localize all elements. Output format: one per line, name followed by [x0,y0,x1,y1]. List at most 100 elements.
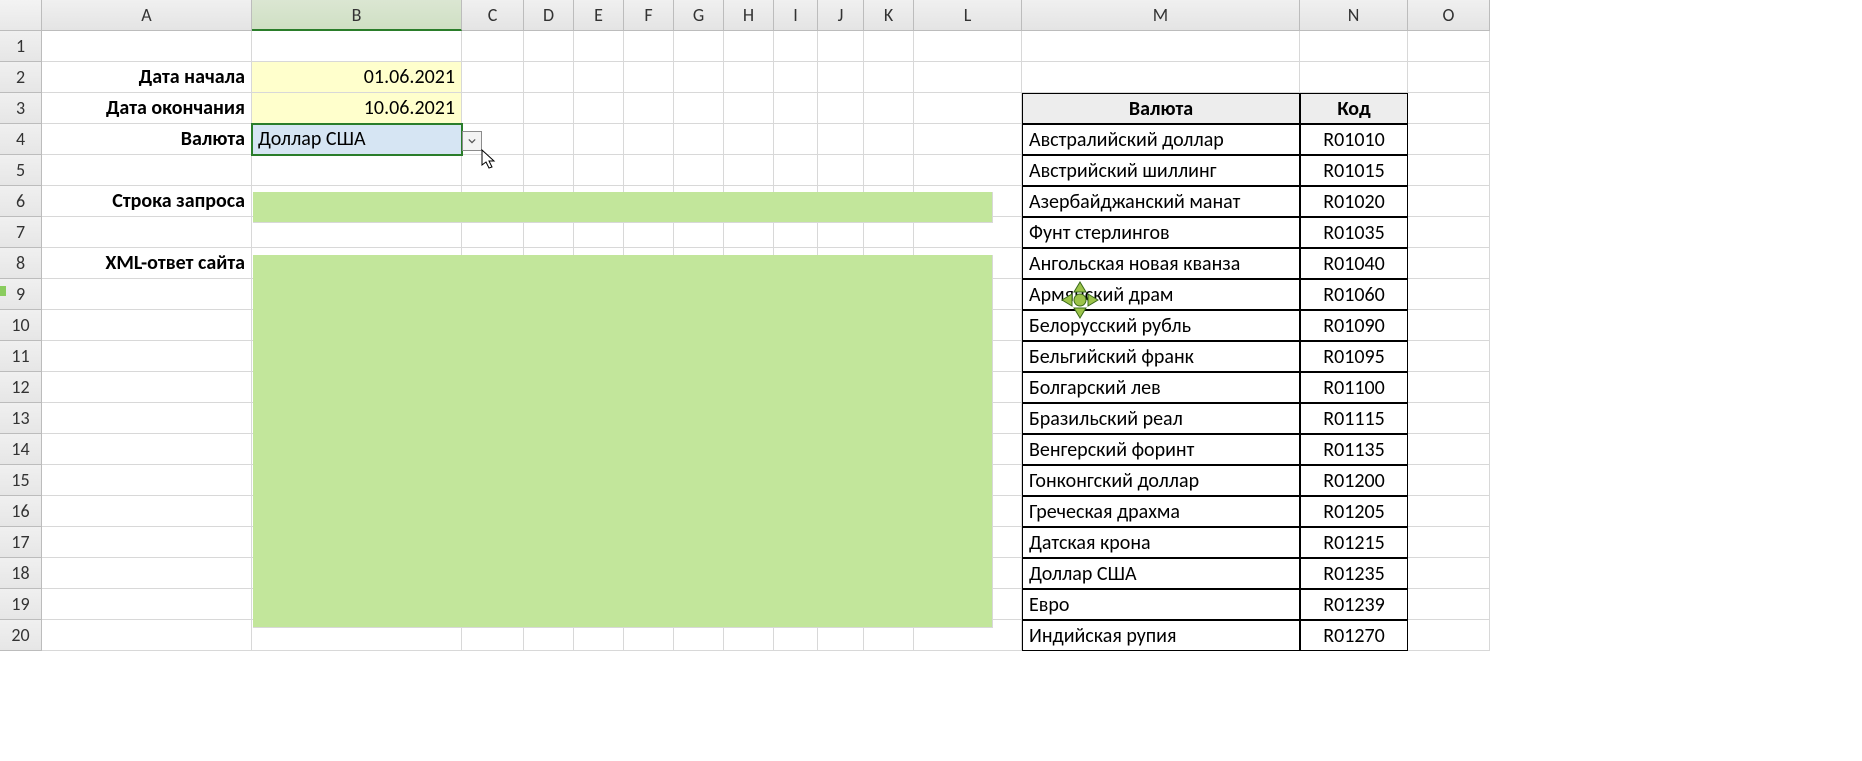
cell-E5[interactable] [574,155,624,186]
row-header-16[interactable]: 16 [0,496,42,527]
xml-response-cell[interactable] [253,255,993,628]
cell-O18[interactable] [1408,558,1490,589]
table-row[interactable]: R01035 [1300,217,1408,248]
cell-E1[interactable] [574,31,624,62]
cell-L2[interactable] [914,62,1022,93]
cell-N1[interactable] [1300,31,1408,62]
table-row[interactable]: R01020 [1300,186,1408,217]
cell-H5[interactable] [724,155,774,186]
cell-J1[interactable] [818,31,864,62]
cell-F2[interactable] [624,62,674,93]
cell-G2[interactable] [674,62,724,93]
row-header-3[interactable]: 3 [0,93,42,124]
cell-D5[interactable] [524,155,574,186]
table-row[interactable]: Евро [1022,589,1300,620]
cell-C1[interactable] [462,31,524,62]
cell-A20[interactable] [42,620,252,651]
table-row[interactable]: R01205 [1300,496,1408,527]
col-header-I[interactable]: I [774,0,818,31]
col-header-H[interactable]: H [724,0,774,31]
col-header-B[interactable]: B [252,0,462,31]
cell-O16[interactable] [1408,496,1490,527]
table-row[interactable]: R01015 [1300,155,1408,186]
table-row[interactable]: Фунт стерлингов [1022,217,1300,248]
table-row[interactable]: Греческая драхма [1022,496,1300,527]
cell-L3[interactable] [914,93,1022,124]
cell-O4[interactable] [1408,124,1490,155]
row-header-6[interactable]: 6 [0,186,42,217]
cell-A1[interactable] [42,31,252,62]
row-header-14[interactable]: 14 [0,434,42,465]
cell-K4[interactable] [864,124,914,155]
table-row[interactable]: Азербайджанский манат [1022,186,1300,217]
table-row[interactable]: Индийская рупия [1022,620,1300,651]
cell-O5[interactable] [1408,155,1490,186]
cell-J2[interactable] [818,62,864,93]
cell-M2[interactable] [1022,62,1300,93]
cell-I5[interactable] [774,155,818,186]
cell-A2[interactable]: Дата начала [42,62,252,93]
table-row[interactable]: R01040 [1300,248,1408,279]
cell-O11[interactable] [1408,341,1490,372]
row-header-20[interactable]: 20 [0,620,42,651]
table-row[interactable]: Бельгийский франк [1022,341,1300,372]
cell-L5[interactable] [914,155,1022,186]
col-header-M[interactable]: M [1022,0,1300,31]
table-row[interactable]: Доллар США [1022,558,1300,589]
col-header-D[interactable]: D [524,0,574,31]
cell-F4[interactable] [624,124,674,155]
table-row[interactable]: R01270 [1300,620,1408,651]
table-row[interactable]: Австрийский шиллинг [1022,155,1300,186]
table-row[interactable]: Бразильский реал [1022,403,1300,434]
row-header-10[interactable]: 10 [0,310,42,341]
cell-A18[interactable] [42,558,252,589]
cell-K3[interactable] [864,93,914,124]
cell-G3[interactable] [674,93,724,124]
col-header-F[interactable]: F [624,0,674,31]
select-all-corner[interactable] [0,0,42,31]
cell-C3[interactable] [462,93,524,124]
row-header-13[interactable]: 13 [0,403,42,434]
cell-O17[interactable] [1408,527,1490,558]
table-row[interactable]: R01239 [1300,589,1408,620]
cell-B2[interactable]: 01.06.2021 [252,62,462,93]
cell-A3[interactable]: Дата окончания [42,93,252,124]
table-row[interactable]: R01095 [1300,341,1408,372]
col-header-C[interactable]: C [462,0,524,31]
table-row[interactable]: Гонконгский доллар [1022,465,1300,496]
cell-G5[interactable] [674,155,724,186]
table-row[interactable]: R01060 [1300,279,1408,310]
cell-B5[interactable] [252,155,462,186]
cell-A17[interactable] [42,527,252,558]
cell-F5[interactable] [624,155,674,186]
cell-C5[interactable] [462,155,524,186]
table-row[interactable]: R01200 [1300,465,1408,496]
row-header-7[interactable]: 7 [0,217,42,248]
cell-O7[interactable] [1408,217,1490,248]
cell-J4[interactable] [818,124,864,155]
cell-I1[interactable] [774,31,818,62]
cell-E2[interactable] [574,62,624,93]
cell-B3[interactable]: 10.06.2021 [252,93,462,124]
cell-N2[interactable] [1300,62,1408,93]
cell-G4[interactable] [674,124,724,155]
col-header-L[interactable]: L [914,0,1022,31]
cell-O12[interactable] [1408,372,1490,403]
col-header-O[interactable]: O [1408,0,1490,31]
col-header-G[interactable]: G [674,0,724,31]
cell-A16[interactable] [42,496,252,527]
row-header-4[interactable]: 4 [0,124,42,155]
row-header-2[interactable]: 2 [0,62,42,93]
cell-O15[interactable] [1408,465,1490,496]
table-row[interactable]: R01090 [1300,310,1408,341]
table-row[interactable]: Белорусский рубль [1022,310,1300,341]
cell-H1[interactable] [724,31,774,62]
cell-H4[interactable] [724,124,774,155]
cell-J5[interactable] [818,155,864,186]
cell-E3[interactable] [574,93,624,124]
table-row[interactable]: Венгерский форинт [1022,434,1300,465]
cell-O9[interactable] [1408,279,1490,310]
row-header-12[interactable]: 12 [0,372,42,403]
table-row[interactable]: R01135 [1300,434,1408,465]
cell-A19[interactable] [42,589,252,620]
